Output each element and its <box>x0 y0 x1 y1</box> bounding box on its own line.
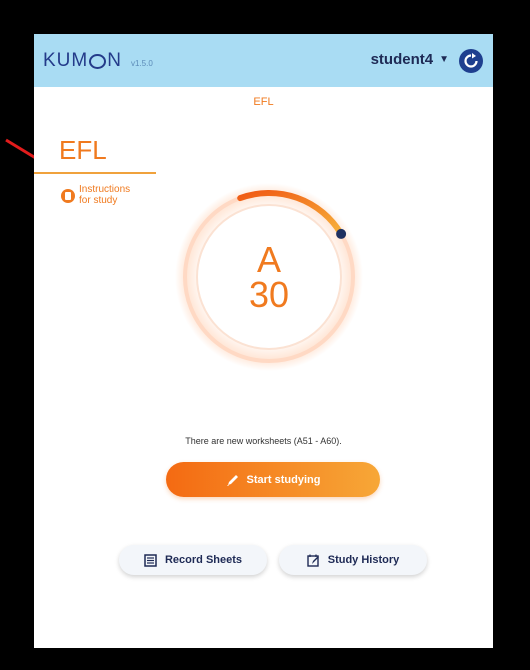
progress-knob <box>336 228 347 239</box>
instructions-link[interactable]: Instructions for study <box>61 184 139 206</box>
logo-text-end: N <box>107 50 122 71</box>
refresh-button[interactable] <box>459 49 483 73</box>
start-studying-button[interactable]: Start studying <box>166 462 380 497</box>
sidebar-subject-title: EFL <box>59 135 107 165</box>
logo-o-icon <box>89 53 107 69</box>
new-worksheets-notice: There are new worksheets (A51 - A60). <box>185 436 342 446</box>
app-version: v1.5.0 <box>130 59 153 68</box>
logo-text-start: KUM <box>43 50 89 71</box>
record-sheets-label: Record Sheets <box>164 554 243 566</box>
app-window: KUM N v1.5.0 student4 ▼ EFL EFL Instruct… <box>34 34 493 648</box>
username: student4 <box>370 51 434 68</box>
record-sheets-icon <box>144 553 157 567</box>
user-menu[interactable]: student4 ▼ <box>371 51 449 68</box>
study-history-label: Study History <box>327 554 400 566</box>
study-history-icon <box>307 554 319 567</box>
chevron-down-icon: ▼ <box>439 54 449 65</box>
study-history-button[interactable]: Study History <box>279 545 427 575</box>
progress-dial: A 30 <box>174 182 364 372</box>
kumon-logo: KUM N v1.5.0 <box>43 50 153 72</box>
level-number: 30 <box>248 274 290 315</box>
pencil-icon <box>226 474 238 486</box>
instructions-label: Instructions for study <box>79 184 131 206</box>
document-icon <box>61 189 75 203</box>
level-letter: A <box>256 239 281 280</box>
start-studying-label: Start studying <box>246 473 321 486</box>
refresh-icon <box>464 53 478 68</box>
top-bar: KUM N v1.5.0 student4 ▼ <box>34 34 493 87</box>
subject-heading: EFL <box>253 96 274 108</box>
sidebar-divider <box>34 172 156 174</box>
record-sheets-button[interactable]: Record Sheets <box>119 545 267 575</box>
